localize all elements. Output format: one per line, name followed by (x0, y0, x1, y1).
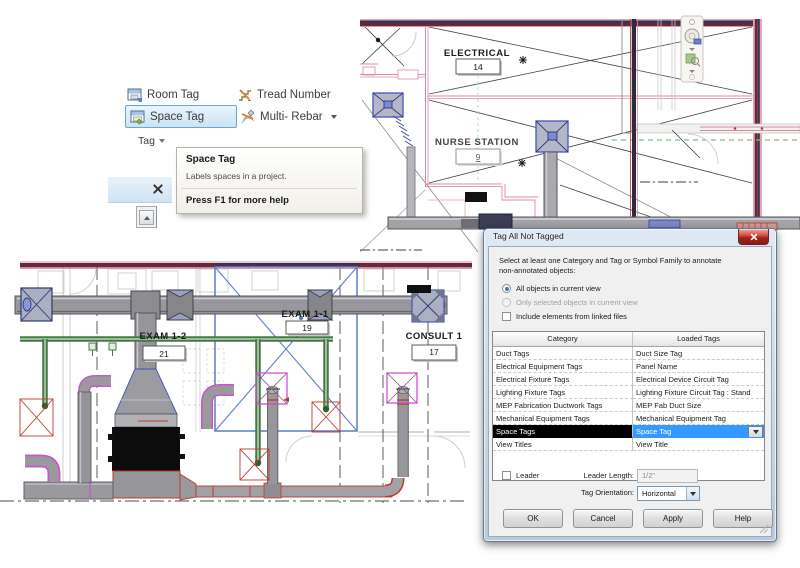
room-name: NURSE STATION (435, 137, 519, 148)
room-tag-button[interactable]: Room Tag (127, 85, 199, 105)
chevron-down-icon (330, 115, 337, 119)
close-icon[interactable] (152, 182, 164, 196)
scroll-up-button[interactable] (139, 210, 154, 225)
checkbox-linked-files[interactable] (502, 312, 511, 321)
multi-rebar-label: Multi- Rebar (260, 111, 323, 123)
tread-number-button[interactable]: Tread Number (237, 85, 331, 105)
multi-rebar-button[interactable]: Multi- Rebar (240, 107, 337, 127)
radio-only-selected[interactable] (502, 298, 511, 307)
pipe-run-red (195, 477, 405, 499)
table-row[interactable]: Electrical Fixture Tags Electrical Device… (493, 373, 764, 386)
air-terminal-magenta (255, 372, 418, 405)
table-row[interactable]: Electrical Equipment Tags Panel Name (493, 360, 764, 373)
tooltip-description: Labels spaces in a project. (186, 171, 287, 181)
table-row[interactable]: MEP Fabrication Ductwork Tags MEP Fab Duc… (493, 399, 764, 412)
table-row[interactable]: Lighting Fixture Tags Lighting Fixture Ci… (493, 386, 764, 399)
close-icon (750, 233, 757, 240)
valve-symbol (88, 342, 117, 356)
room-name: EXAM 1-1 (281, 309, 328, 320)
table-header-row: Category Loaded Tags (493, 332, 764, 347)
navigation-bar (680, 15, 704, 83)
tooltip-separator (182, 188, 357, 189)
tag-all-not-tagged-dialog: Tag All Not Tagged Select at least one C… (483, 228, 777, 542)
room-tag-electrical[interactable]: ELECTRICAL 14 (444, 48, 510, 76)
palette-header-fragment (108, 177, 172, 203)
room-name: CONSULT 1 (406, 331, 463, 342)
dialog-body: Select at least one Category and Tag or … (488, 246, 773, 537)
room-tag-nurse-station[interactable]: NURSE STATION 9 (435, 137, 519, 166)
scrollbar-fragment (136, 206, 157, 228)
checkbox-leader-label: Leader (516, 471, 540, 480)
lower-plan: EXAM 1-2 21 EXAM 1-1 19 CONSULT 1 17 (0, 261, 472, 503)
multi-rebar-icon (241, 109, 255, 124)
column-header-category[interactable]: Category (493, 332, 633, 346)
dialog-intro-line2: non-annotated objects: (499, 266, 576, 275)
dialog-title: Tag All Not Tagged (493, 231, 564, 241)
dialog-close-button[interactable] (738, 229, 769, 245)
tread-number-icon (239, 89, 251, 101)
radio-only-selected-label: Only selected objects in current view (516, 298, 638, 307)
dialog-intro-line1: Select at least one Category and Tag or … (499, 256, 722, 265)
leader-length-input[interactable]: 1/2" (637, 469, 698, 483)
arrow-up-icon (143, 215, 150, 220)
table-row[interactable]: Mechanical Equipment Tags Mechanical Equi… (493, 412, 764, 425)
radio-all-objects[interactable] (502, 284, 511, 293)
room-number: 14 (473, 62, 483, 72)
space-reference-dot (375, 37, 381, 43)
duct-diffuser-left (20, 287, 53, 322)
duct-diffuser-right (411, 289, 445, 323)
room-tag-consult-1[interactable]: CONSULT 1 17 (406, 331, 463, 362)
room-tag-exam-1-2[interactable]: EXAM 1-2 21 (139, 331, 187, 362)
room-tag-label: Room Tag (147, 89, 200, 101)
tread-number-label: Tread Number (257, 89, 331, 101)
space-star-nurse (518, 159, 526, 167)
checkbox-linked-files-label: Include elements from linked files (516, 312, 627, 321)
space-tag-icon (130, 110, 145, 124)
tag-orientation-select[interactable]: Horizontal (637, 486, 700, 501)
space-tag-button[interactable]: Space Tag (125, 105, 237, 128)
room-number: 19 (302, 323, 312, 333)
arrow-down-icon (690, 491, 696, 496)
chevron-down-icon (158, 139, 165, 143)
ceiling-diffuser (535, 120, 569, 153)
checkbox-leader[interactable] (502, 471, 511, 480)
room-number: 17 (429, 347, 439, 357)
table-row[interactable]: View Titles View Title (493, 438, 764, 451)
resize-grip[interactable] (759, 524, 769, 534)
room-name: EXAM 1-2 (139, 331, 186, 342)
space-star-electrical (519, 56, 527, 64)
table-row[interactable]: Duct Tags Duct Size Tag (493, 347, 764, 360)
ok-button[interactable]: OK (503, 509, 563, 528)
room-tag-icon (127, 88, 142, 102)
ceiling-diffuser (372, 92, 404, 118)
tag-orientation-label: Tag Orientation: (581, 488, 634, 497)
room-number: 9 (476, 152, 481, 162)
room-tag-exam-1-1[interactable]: EXAM 1-1 19 (281, 309, 330, 336)
space-tag-label: Space Tag (150, 110, 205, 123)
flex-duct (392, 115, 414, 147)
room-name: ELECTRICAL (444, 48, 510, 59)
column-header-loaded-tags[interactable]: Loaded Tags (633, 332, 764, 346)
cancel-button[interactable]: Cancel (573, 509, 633, 528)
tooltip-title: Space Tag (186, 154, 236, 165)
upper-plan: ELECTRICAL 14 NURSE STATION 9 (359, 19, 800, 253)
tooltip-help-hint: Press F1 for more help (186, 195, 289, 206)
apply-button[interactable]: Apply (643, 509, 703, 528)
radio-all-objects-label: All objects in current view (516, 284, 601, 293)
arrow-down-icon (752, 430, 759, 434)
loaded-tag-dropdown-button[interactable] (748, 426, 763, 437)
leader-length-label: Leader Length: (583, 471, 634, 480)
room-number: 21 (159, 349, 169, 359)
pipe-drop (396, 385, 410, 477)
duct-main-lower (14, 295, 448, 315)
category-table: Category Loaded Tags Duct Tags Duct Size … (492, 331, 765, 481)
dropdown-button[interactable] (686, 487, 699, 500)
tag-panel-label[interactable]: Tag (138, 135, 165, 147)
space-tag-tooltip: Space Tag Labels spaces in a project. Pr… (176, 147, 363, 214)
screenshot-root: ELECTRICAL 14 NURSE STATION 9 EXAM 1-2 2… (0, 0, 800, 568)
pipe-drop (266, 385, 280, 484)
table-row-selected[interactable]: Space Tags Space Tag (493, 425, 764, 438)
